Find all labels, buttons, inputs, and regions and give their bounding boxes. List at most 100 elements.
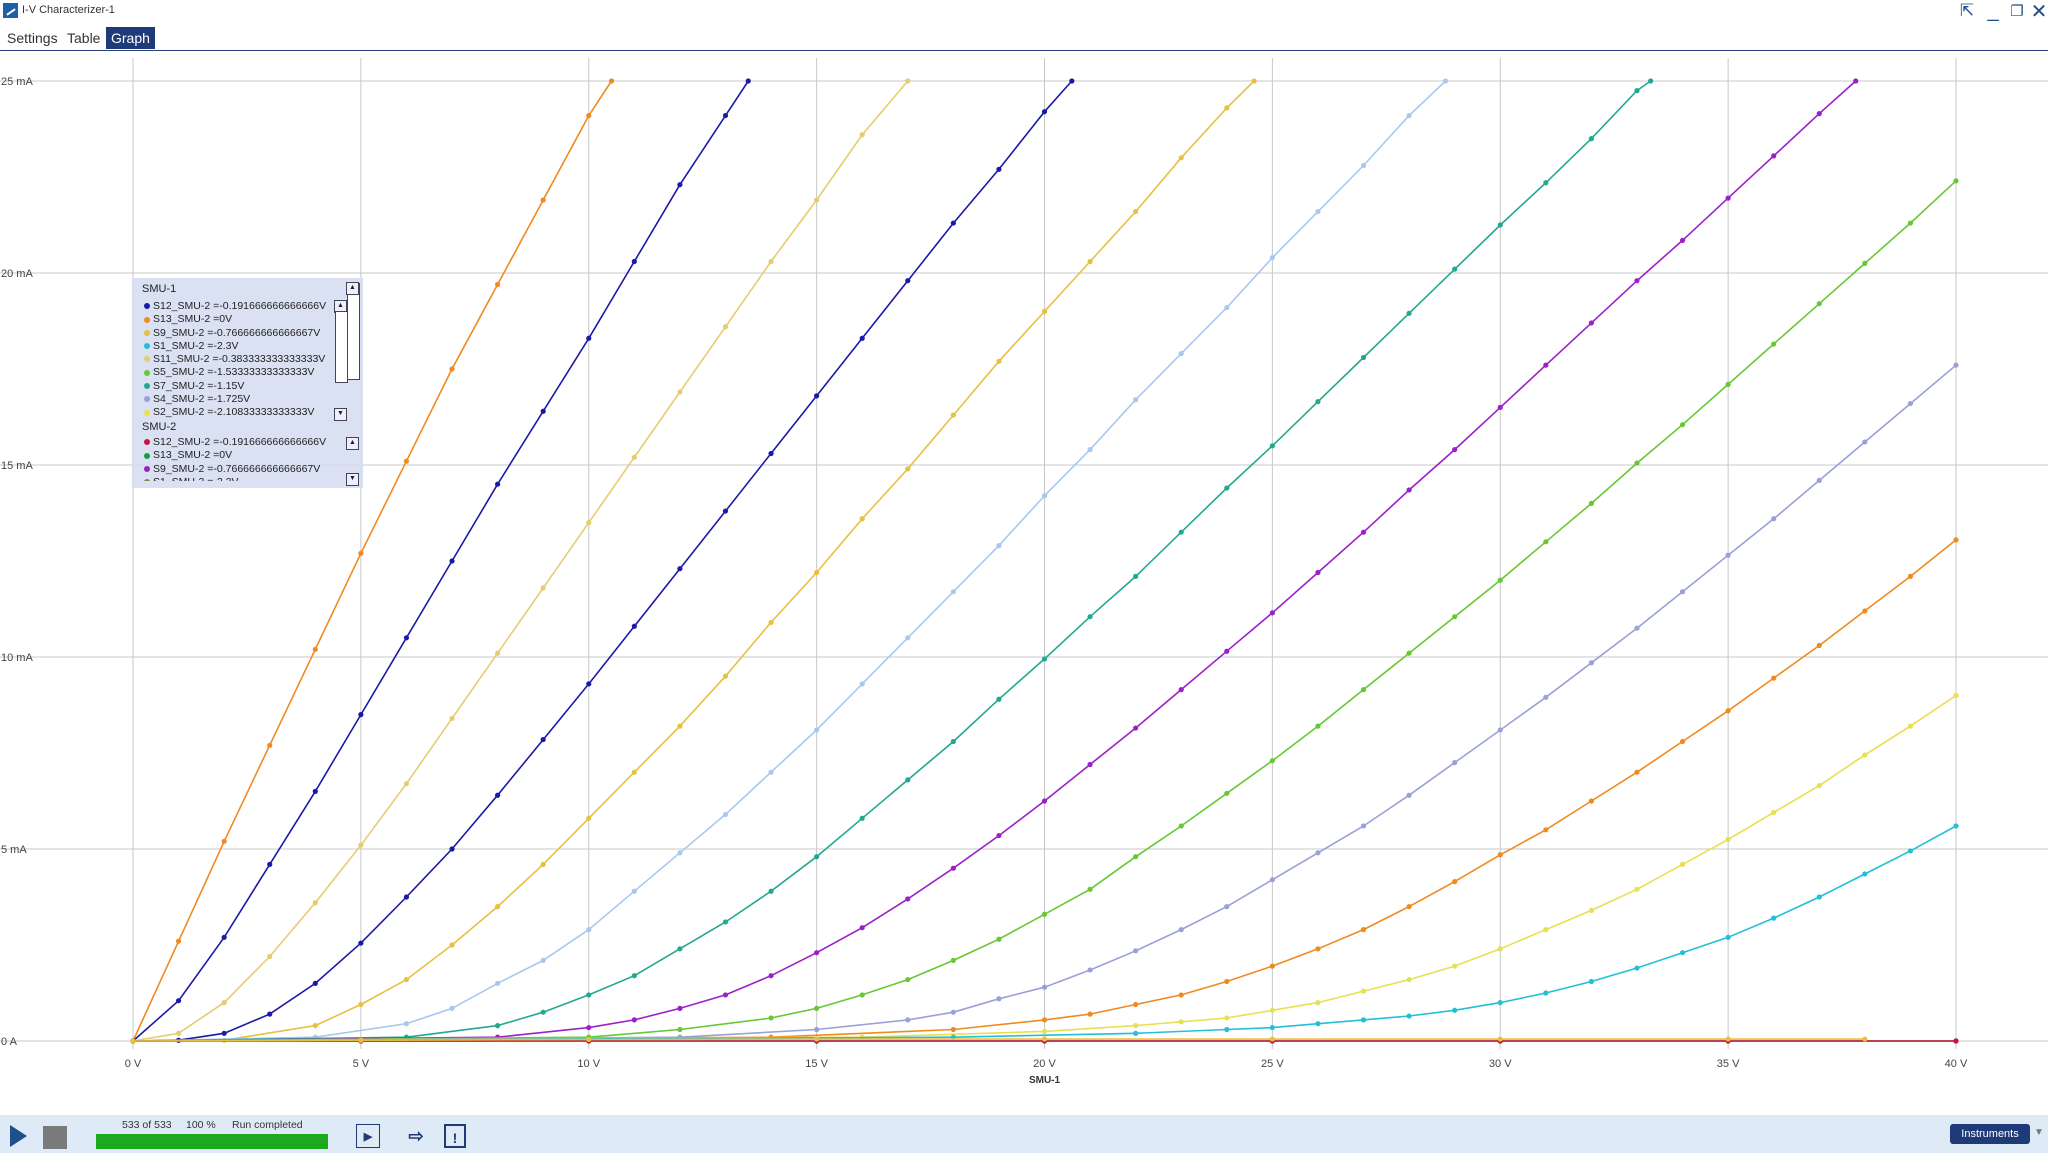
- data-point: [1224, 485, 1230, 491]
- legend-item[interactable]: S9_SMU-2 =-0.766666666666667V: [144, 463, 363, 476]
- data-point: [950, 1009, 956, 1015]
- data-point: [403, 976, 410, 983]
- legend-scrollbar-inner[interactable]: [335, 311, 348, 383]
- legend-marker: [144, 369, 150, 376]
- data-point: [631, 623, 637, 629]
- legend-item[interactable]: S12_SMU-2 =-0.191666666666666V: [144, 436, 363, 449]
- data-point: [1679, 861, 1686, 867]
- scroll-up-icon[interactable]: ▲: [346, 282, 359, 295]
- x-tick-label: 10 V: [577, 1058, 600, 1070]
- data-point: [1133, 397, 1139, 403]
- legend-label: S7_SMU-2 =-1.15V: [153, 379, 245, 392]
- data-point: [1497, 222, 1503, 228]
- legend-item[interactable]: S4_SMU-2 =-1.725V: [144, 393, 363, 406]
- data-point: [1224, 904, 1230, 910]
- data-point: [1087, 1011, 1093, 1017]
- legend-item[interactable]: S13_SMU-2 =0V: [144, 313, 363, 326]
- scroll-up-icon[interactable]: ▲: [346, 437, 359, 450]
- data-point: [1452, 1007, 1458, 1013]
- legend-item[interactable]: S2_SMU-2 =-2.10833333333333V: [144, 406, 363, 419]
- data-point: [1269, 443, 1275, 449]
- instruments-button[interactable]: Instruments: [1950, 1124, 2030, 1144]
- menu-table[interactable]: Table: [62, 27, 105, 49]
- data-point: [586, 681, 592, 687]
- data-point: [403, 1021, 410, 1027]
- data-point: [358, 842, 364, 848]
- data-point: [950, 412, 956, 418]
- legend-item[interactable]: S9_SMU-2 =-0.766666666666667V: [144, 327, 363, 340]
- data-point: [996, 543, 1002, 549]
- data-point: [1315, 208, 1321, 215]
- y-tick-label: 5 mA: [1, 844, 27, 856]
- data-point: [1360, 687, 1367, 693]
- legend-item[interactable]: S5_SMU-2 =-1.53333333333333V: [144, 366, 363, 379]
- title-bar: I-V Characterizer-1 ⇱ _ ❐ ✕: [0, 0, 2048, 23]
- legend-list-smu1: S12_SMU-2 =-0.191666666666666V S13_SMU-2 …: [144, 300, 363, 422]
- data-point: [312, 1023, 318, 1029]
- data-point: [1224, 105, 1230, 111]
- legend-label: S4_SMU-2 =-1.725V: [153, 393, 251, 406]
- data-point: [1816, 477, 1822, 483]
- data-point: [1360, 1017, 1367, 1023]
- series-line: [132, 80, 613, 1042]
- data-point: [403, 781, 410, 787]
- data-point: [1360, 354, 1367, 361]
- legend-item[interactable]: S11_SMU-2 =-0.383333333333333V: [144, 353, 363, 366]
- data-point: [1315, 946, 1321, 952]
- scroll-down-icon[interactable]: ▼: [334, 408, 347, 421]
- data-point: [814, 950, 820, 956]
- data-point: [540, 197, 546, 203]
- data-point: [859, 815, 865, 821]
- data-point: [905, 635, 911, 641]
- data-point: [1497, 1000, 1503, 1006]
- data-point: [1178, 992, 1184, 998]
- progress-bar: [96, 1134, 328, 1149]
- legend-label: S2_SMU-2 =-2.10833333333333V: [153, 406, 315, 419]
- data-point: [1497, 852, 1503, 858]
- data-point: [859, 925, 865, 931]
- legend-marker: [144, 383, 150, 389]
- legend-item[interactable]: S7_SMU-2 =-1.15V: [144, 380, 363, 393]
- data-point: [358, 550, 364, 556]
- data-point: [1543, 827, 1549, 833]
- data-point: [1133, 1001, 1139, 1008]
- data-point: [1360, 162, 1367, 169]
- data-point: [1224, 1015, 1230, 1021]
- export-icon[interactable]: ⇨: [404, 1124, 428, 1148]
- data-point: [1816, 111, 1822, 117]
- data-point: [905, 466, 911, 472]
- undock-icon[interactable]: ⇱: [1953, 0, 1981, 22]
- data-point: [1648, 78, 1654, 84]
- menu-graph[interactable]: Graph: [106, 27, 155, 49]
- data-point: [950, 1026, 956, 1033]
- legend-item[interactable]: S12_SMU-2 =-0.191666666666666V: [144, 300, 363, 313]
- data-point: [586, 520, 592, 526]
- data-point: [403, 894, 410, 900]
- data-point: [267, 742, 273, 748]
- close-icon[interactable]: ✕: [2025, 0, 2048, 23]
- legend-item[interactable]: S1_SMU-2 =-2.3V: [144, 340, 363, 353]
- stop-icon[interactable]: [43, 1126, 67, 1149]
- run-icon[interactable]: [10, 1125, 27, 1147]
- data-point: [1452, 879, 1458, 885]
- y-tick-label: 20 mA: [1, 268, 33, 280]
- scroll-down-icon[interactable]: ▼: [346, 473, 359, 486]
- y-tick-label: 15 mA: [1, 460, 33, 472]
- legend-scrollbar[interactable]: [347, 283, 360, 380]
- data-point: [631, 888, 637, 894]
- data-point: [1406, 112, 1412, 119]
- run-single-icon[interactable]: ▶: [356, 1124, 380, 1148]
- data-point: [495, 980, 501, 987]
- data-point: [540, 408, 546, 414]
- data-point: [358, 940, 364, 946]
- legend-item[interactable]: S13_SMU-2 =0V: [144, 449, 363, 462]
- data-point: [1041, 1036, 1048, 1042]
- legend-item[interactable]: S1_SMU-2 =-2.3V: [144, 476, 363, 481]
- data-point: [495, 281, 501, 288]
- menu-settings[interactable]: Settings: [2, 27, 63, 49]
- alert-icon[interactable]: !: [444, 1124, 466, 1148]
- progress-count: 533 of 533: [122, 1119, 172, 1131]
- data-point: [1588, 978, 1594, 985]
- chevron-down-icon[interactable]: ▼: [2034, 1127, 2044, 1138]
- data-point: [1497, 946, 1503, 952]
